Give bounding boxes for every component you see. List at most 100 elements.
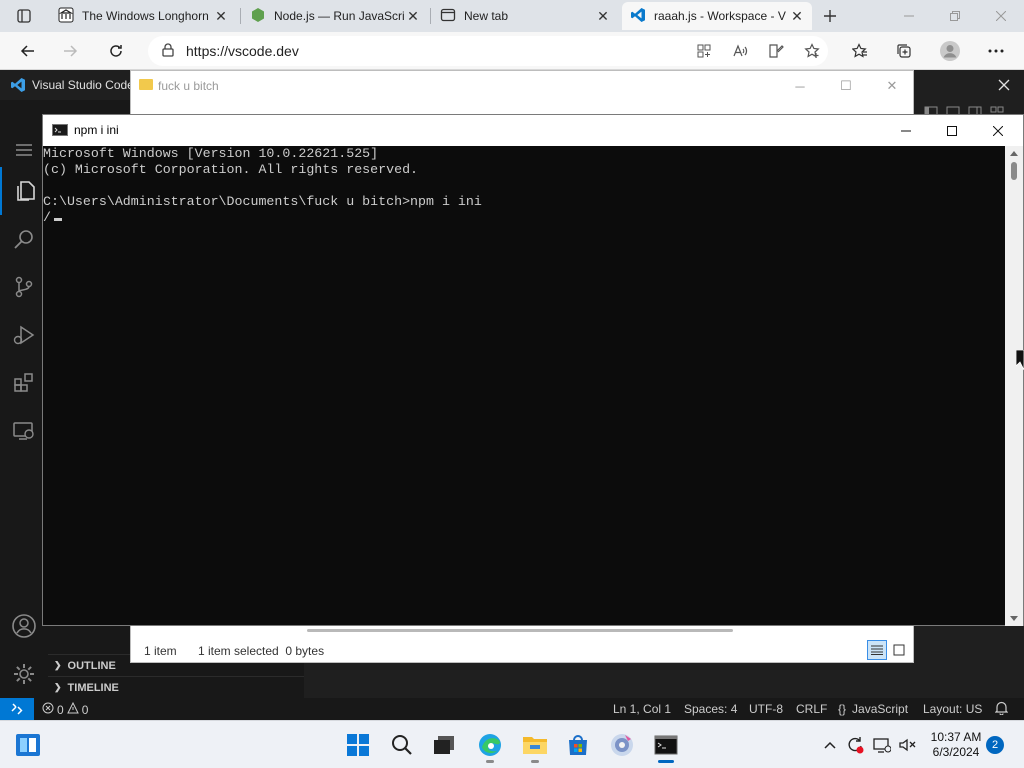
close-window-icon[interactable]	[978, 0, 1024, 32]
console-title-bar[interactable]: npm i ini	[43, 115, 1023, 146]
console-minimize-icon[interactable]	[883, 115, 929, 146]
widgets-icon[interactable]	[11, 729, 45, 761]
large-icons-view-icon[interactable]	[889, 640, 909, 660]
section-label: TIMELINE	[67, 681, 119, 694]
more-options-icon[interactable]	[982, 37, 1010, 65]
refresh-icon[interactable]	[102, 37, 130, 65]
chevron-up-icon[interactable]	[820, 735, 840, 755]
speaker-muted-icon[interactable]	[898, 735, 918, 755]
tab-nodejs[interactable]: Node.js — Run JavaScri ✕	[242, 2, 428, 30]
task-view-icon[interactable]	[427, 729, 461, 761]
remote-indicator-icon[interactable]	[0, 698, 34, 720]
indentation[interactable]: Spaces: 4	[684, 702, 737, 716]
folder-icon	[139, 79, 153, 90]
spinner-text: /	[43, 210, 51, 225]
back-icon[interactable]	[14, 37, 42, 65]
cursor-position[interactable]: Ln 1, Col 1	[613, 702, 671, 716]
horizontal-scrollbar[interactable]	[307, 629, 733, 632]
tab-vscode-workspace[interactable]: raaah.js - Workspace - V ✕	[622, 2, 812, 30]
terminal-icon[interactable]	[649, 729, 683, 763]
tab-divider	[240, 8, 241, 24]
media-player-icon[interactable]	[605, 729, 639, 761]
vscode-close-icon[interactable]	[992, 74, 1016, 96]
explorer-close-icon[interactable]: ✕	[869, 75, 915, 97]
explorer-maximize-icon[interactable]: ☐	[823, 75, 869, 97]
warning-icon	[66, 701, 79, 717]
notification-badge[interactable]: 2	[986, 736, 1004, 754]
encoding[interactable]: UTF-8	[749, 702, 783, 716]
vscode-icon	[630, 7, 646, 26]
text-cursor	[53, 218, 62, 221]
edge-icon[interactable]	[473, 729, 507, 763]
console-line: (c) Microsoft Corporation. All rights re…	[43, 162, 419, 177]
console-output[interactable]: Microsoft Windows [Version 10.0.22621.52…	[43, 146, 1005, 626]
collections-icon[interactable]	[890, 37, 918, 65]
console-scrollbar[interactable]	[1005, 146, 1023, 626]
tab-label: Node.js — Run JavaScri	[274, 9, 405, 23]
extensions-icon[interactable]	[0, 359, 48, 407]
store-icon[interactable]	[561, 729, 595, 761]
tab-actions-icon[interactable]	[10, 2, 38, 30]
tab-new-tab[interactable]: New tab ✕	[432, 2, 618, 30]
sync-alert-icon[interactable]	[845, 735, 865, 755]
minimize-icon[interactable]	[886, 0, 932, 32]
lock-icon	[162, 42, 174, 60]
browser-tab-bar: The Windows Longhorn ✕ Node.js — Run Jav…	[0, 0, 1024, 32]
favorites-icon[interactable]	[846, 37, 874, 65]
tab-windows-longhorn[interactable]: The Windows Longhorn ✕	[50, 2, 236, 30]
scroll-up-icon[interactable]	[1010, 151, 1018, 156]
file-explorer-icon[interactable]	[518, 729, 552, 763]
status-bar: 0 0 Ln 1, Col 1 Spaces: 4 UTF-8 CRLF {} …	[0, 698, 1024, 720]
tab-label: The Windows Longhorn	[82, 9, 209, 23]
section-label: OUTLINE	[67, 659, 116, 672]
item-count: 1 item	[144, 644, 177, 658]
clock-date: 6/3/2024	[932, 745, 980, 759]
vscode-logo-icon	[10, 77, 26, 96]
profile-avatar-icon[interactable]	[936, 37, 964, 65]
vscode-title: Visual Studio Code	[32, 78, 134, 92]
close-tab-icon[interactable]: ✕	[406, 8, 420, 25]
app-available-icon[interactable]	[690, 37, 718, 65]
details-view-icon[interactable]	[867, 640, 887, 660]
add-favorite-icon[interactable]	[798, 37, 826, 65]
console-maximize-icon[interactable]	[929, 115, 975, 146]
problems-indicator[interactable]: 0 0	[42, 701, 89, 717]
language-mode[interactable]: {} JavaScript	[838, 702, 908, 716]
clock[interactable]: 10:37 AM 6/3/2024	[924, 730, 988, 760]
timeline-section[interactable]: ❯ TIMELINE	[48, 676, 304, 698]
scroll-thumb[interactable]	[1011, 162, 1017, 180]
explorer-title: fuck u bitch	[158, 79, 219, 93]
line-endings[interactable]: CRLF	[796, 702, 827, 716]
accounts-icon[interactable]	[0, 602, 48, 650]
close-tab-icon[interactable]: ✕	[790, 8, 804, 25]
selection-info: 1 item selected 0 bytes	[198, 644, 325, 658]
braces-icon: {}	[838, 702, 847, 716]
start-icon[interactable]	[341, 729, 375, 761]
new-tab-button[interactable]	[816, 2, 844, 30]
new-tab-page-icon	[440, 7, 456, 26]
manage-gear-icon[interactable]	[0, 650, 48, 698]
bell-icon[interactable]	[994, 701, 1009, 718]
warning-count: 0	[81, 702, 89, 717]
run-debug-icon[interactable]	[0, 311, 48, 359]
explorer-minimize-icon[interactable]: ─	[777, 75, 823, 97]
search-icon[interactable]	[0, 215, 48, 263]
restore-icon[interactable]	[932, 0, 978, 32]
scroll-down-icon[interactable]	[1010, 616, 1018, 621]
close-tab-icon[interactable]: ✕	[596, 8, 610, 25]
immersive-reader-icon[interactable]	[762, 37, 790, 65]
read-aloud-icon[interactable]	[726, 37, 754, 65]
network-icon[interactable]	[872, 735, 892, 755]
source-control-icon[interactable]	[0, 263, 48, 311]
taskbar: 10:37 AM 6/3/2024 2	[0, 720, 1024, 768]
keyboard-layout[interactable]: Layout: US	[923, 702, 982, 716]
forward-icon[interactable]	[56, 37, 84, 65]
close-tab-icon[interactable]: ✕	[214, 8, 228, 25]
chevron-right-icon: ❯	[54, 660, 62, 670]
search-icon[interactable]	[385, 729, 419, 761]
explorer-icon[interactable]	[0, 167, 48, 215]
page-building-icon	[58, 7, 74, 26]
remote-explorer-icon[interactable]	[0, 407, 48, 455]
console-close-icon[interactable]	[975, 115, 1021, 146]
